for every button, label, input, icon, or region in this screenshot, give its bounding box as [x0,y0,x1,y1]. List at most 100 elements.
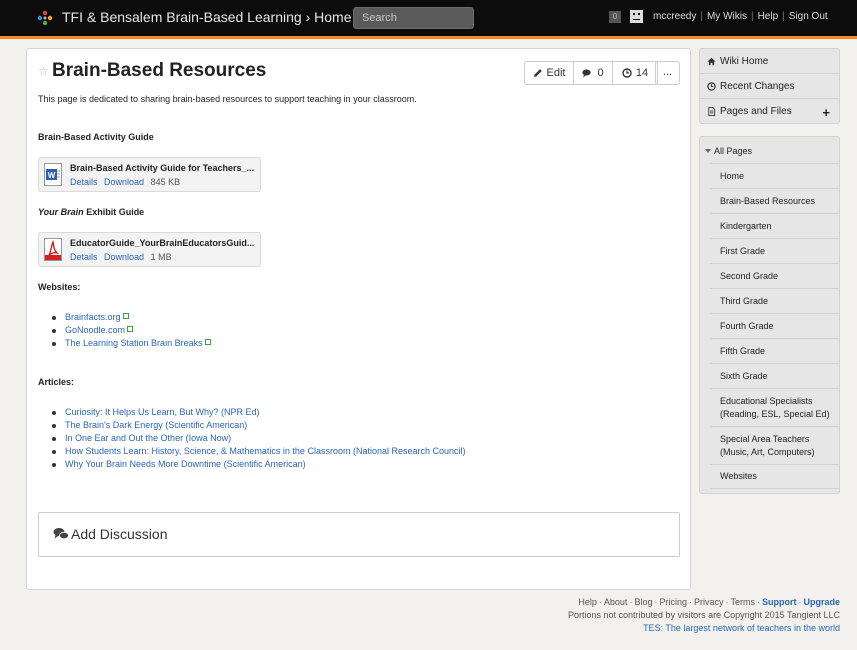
divider: | [750,11,754,22]
exhibit-heading-emphasis: Your Brain [38,207,84,217]
articles-list: Curiosity: It Helps Us Learn, But Why? (… [52,406,466,471]
exhibit-heading-rest: Exhibit Guide [83,207,145,217]
comments-icon [582,69,592,77]
external-link-icon [204,339,211,345]
footer-pricing-link[interactable]: Pricing [659,597,687,607]
file-download-link[interactable]: Download [104,252,144,262]
sidebar-item-label: Wiki Home [720,55,769,67]
file-download-link[interactable]: Download [104,177,144,187]
list-item: Curiosity: It Helps Us Learn, But Why? (… [52,406,466,419]
sidebar-navigation: All Pages Home Brain-Based Resources Kin… [699,136,840,494]
edit-label: Edit [546,67,566,79]
breadcrumb-current-page[interactable]: Home [314,9,351,25]
article-link[interactable]: Why Your Brain Needs More Downtime (Scie… [65,459,306,469]
wikispaces-logo-icon[interactable] [36,9,54,27]
nav-item-second-grade[interactable]: Second Grade [710,263,840,288]
file-size: 1 MB [150,252,172,262]
file-name[interactable]: EducatorGuide_YourBrainEducatorsGuid... [70,238,258,248]
history-count: 14 [635,67,649,79]
file-meta: Details Download 845 KB [70,177,180,187]
website-link[interactable]: The Learning Station Brain Breaks [65,338,203,348]
list-item: The Learning Station Brain Breaks [52,337,211,350]
sidebar-item-label: Recent Changes [720,80,795,92]
home-icon [707,57,716,65]
username-link[interactable]: mccreedy [653,11,696,22]
footer-about-link[interactable]: About [604,597,628,607]
article-link[interactable]: The Brain's Dark Energy (Scientific Amer… [65,420,247,430]
nav-item-educational-specialists[interactable]: Educational Specialists (Reading, ESL, S… [710,388,840,426]
search-input[interactable]: Search [353,7,474,29]
article-link[interactable]: In One Ear and Out the Other (Iowa Now) [65,433,231,443]
nav-item-first-grade[interactable]: First Grade [710,238,840,263]
nav-item-websites[interactable]: Websites [710,464,840,489]
list-item: How Students Learn: History, Science, & … [52,445,466,458]
edit-button[interactable]: Edit [524,61,574,85]
footer-privacy-link[interactable]: Privacy [694,597,724,607]
file-icon [708,107,716,116]
file-attachment-educator-guide[interactable]: EducatorGuide_YourBrainEducatorsGuid... … [38,232,261,267]
file-attachment-activity-guide[interactable]: W Brain-Based Activity Guide for Teacher… [38,157,261,192]
comments-button[interactable]: 0 [574,61,613,85]
help-link[interactable]: Help [758,11,779,22]
nav-item-third-grade[interactable]: Third Grade [710,288,840,313]
footer-support-link[interactable]: Support [762,597,797,607]
add-discussion-button[interactable]: Add Discussion [38,512,680,557]
user-avatar-icon[interactable] [630,10,643,23]
page-title: Brain-Based Resources [52,60,267,81]
footer-help-link[interactable]: Help [578,597,597,607]
footer: Help · About · Blog · Pricing · Privacy · Terms · Su… [568,596,840,635]
account-links: mccreedy | My Wikis | Help | Sign Out [653,11,828,22]
file-details-link[interactable]: Details [70,252,98,262]
footer-copyright: Portions not contributed by visitors are… [568,610,840,620]
search-placeholder: Search [362,12,397,24]
all-pages-toggle[interactable]: All Pages [705,146,752,156]
add-discussion-label: Add Discussion [71,526,168,542]
discussion-icon [53,528,69,540]
clock-icon [622,68,632,78]
footer-upgrade-link[interactable]: Upgrade [803,597,840,607]
tes-link[interactable]: TES: The largest network of teachers in … [643,623,840,633]
sidebar-item-label: Pages and Files [720,106,792,117]
sidebar-item-wiki-home[interactable]: Wiki Home [700,49,839,74]
website-link[interactable]: Brainfacts.org [65,312,121,322]
history-button[interactable]: 14 [613,61,658,85]
external-link-icon [122,313,129,319]
footer-terms-link[interactable]: Terms [730,597,755,607]
my-wikis-link[interactable]: My Wikis [707,11,747,22]
intro-text: This page is dedicated to sharing brain-… [38,94,417,104]
nav-item-sixth-grade[interactable]: Sixth Grade [710,363,840,388]
file-size: 845 KB [150,177,181,187]
sidebar-tools: Wiki Home Recent Changes Pages and Files… [699,48,840,124]
article-link[interactable]: How Students Learn: History, Science, & … [65,446,466,456]
file-meta: Details Download 1 MB [70,252,172,262]
divider: · [756,597,760,607]
sidebar-item-pages-and-files[interactable]: Pages and Files + [700,99,839,124]
file-name[interactable]: Brain-Based Activity Guide for Teachers_… [70,163,258,173]
footer-links: Help · About · Blog · Pricing · Privacy · Terms · Su… [568,596,840,609]
divider: · [598,597,602,607]
more-actions-button[interactable]: ... [655,61,680,85]
svg-text:W: W [48,171,56,180]
website-link[interactable]: GoNoodle.com [65,325,125,335]
sidebar-item-recent-changes[interactable]: Recent Changes [700,74,839,99]
list-item: In One Ear and Out the Other (Iowa Now) [52,432,466,445]
article-link[interactable]: Curiosity: It Helps Us Learn, But Why? (… [65,407,260,417]
nav-item-fourth-grade[interactable]: Fourth Grade [710,313,840,338]
nav-item-special-area-teachers[interactable]: Special Area Teachers (Music, Art, Compu… [710,426,840,464]
top-bar-accent-stripe [0,36,857,39]
nav-item-fifth-grade[interactable]: Fifth Grade [710,338,840,363]
pdf-icon [44,238,62,261]
websites-heading: Websites: [38,282,81,292]
sign-out-link[interactable]: Sign Out [789,11,828,22]
footer-blog-link[interactable]: Blog [634,597,652,607]
nav-item-brain-based-resources[interactable]: Brain-Based Resources [710,188,840,213]
footer-tes-link[interactable]: TES: The largest network of teachers in … [568,622,840,635]
follow-star-icon[interactable]: ☆ [38,64,49,78]
nav-item-kindergarten[interactable]: Kindergarten [710,213,840,238]
nav-item-home[interactable]: Home [710,163,840,188]
wiki-name-link[interactable]: TFI & Bensalem Brain-Based Learning [62,9,302,25]
file-details-link[interactable]: Details [70,177,98,187]
list-item: The Brain's Dark Energy (Scientific Amer… [52,419,466,432]
add-page-icon[interactable]: + [822,105,830,120]
notification-badge[interactable]: 0 [609,11,621,23]
